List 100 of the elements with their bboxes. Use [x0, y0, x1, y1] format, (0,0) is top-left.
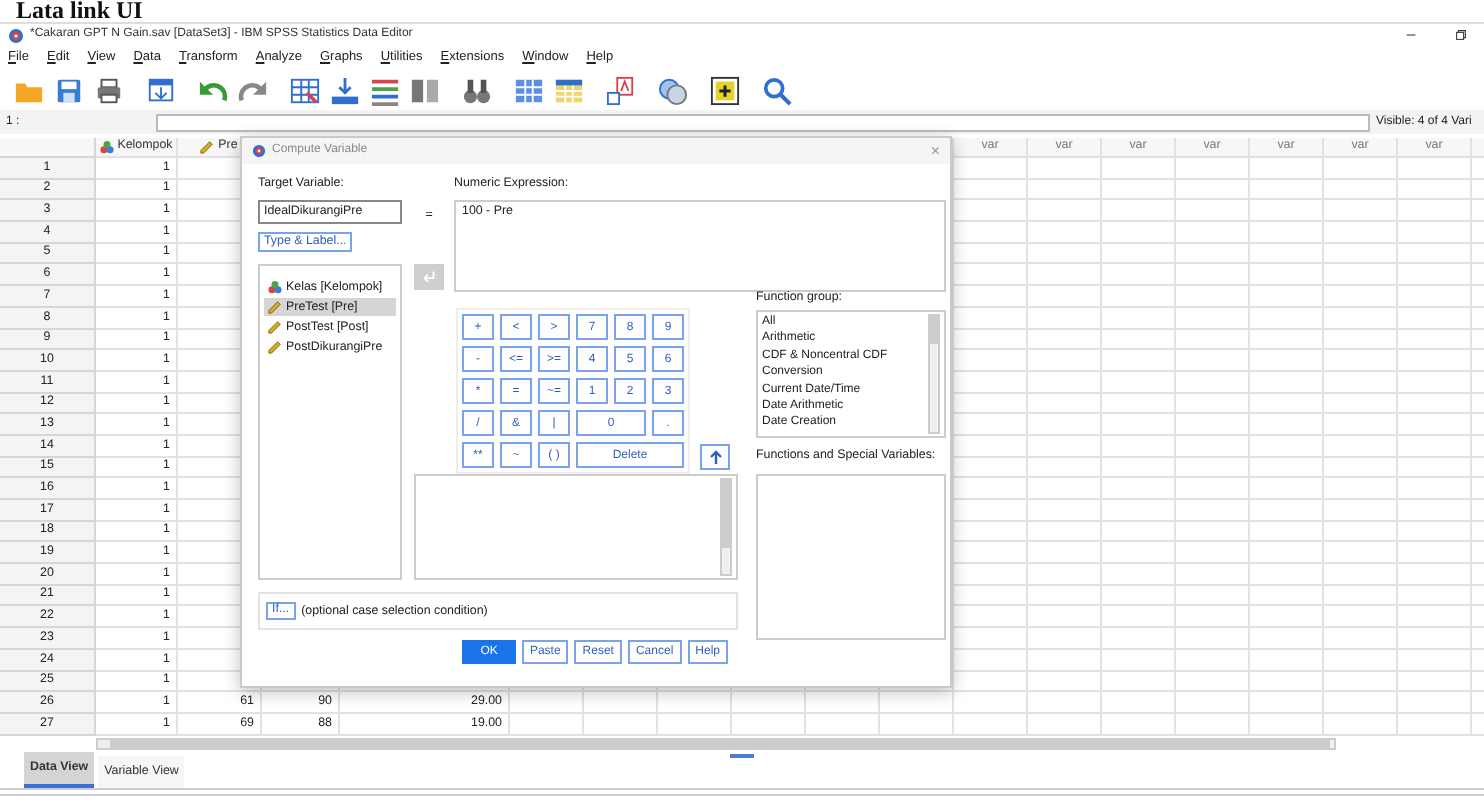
empty-cell [954, 158, 1028, 180]
printer-icon[interactable] [94, 75, 124, 105]
empty-cell [1324, 585, 1398, 607]
empty-cell [1102, 414, 1176, 436]
empty-cell [1102, 585, 1176, 607]
empty-cell [1176, 158, 1250, 180]
search-icon[interactable] [762, 75, 792, 105]
empty-cell [1176, 649, 1250, 671]
empty-cell [732, 713, 806, 736]
empty-cell [1176, 350, 1250, 372]
empty-cell [1250, 585, 1324, 607]
empty-cell [1102, 606, 1176, 629]
empty-cell [1250, 692, 1324, 714]
empty-cell [1028, 435, 1102, 458]
empty-cell [1176, 371, 1250, 394]
up-arrow-icon [707, 449, 723, 465]
empty-cell [1324, 179, 1398, 201]
column-arrow-icon[interactable] [330, 75, 360, 105]
empty-cell [1176, 542, 1250, 565]
empty-cell [954, 649, 1028, 671]
empty-cell [1102, 307, 1176, 329]
color-bars-icon[interactable] [370, 75, 400, 105]
split-handle[interactable] [730, 753, 754, 758]
empty-cell [1250, 329, 1324, 351]
empty-cell [584, 713, 658, 736]
empty-cell [1176, 393, 1250, 415]
empty-cell [1250, 179, 1324, 201]
empty-cell [1028, 542, 1102, 565]
table-icon[interactable] [514, 75, 544, 105]
empty-cell [1028, 414, 1102, 436]
binoculars-icon[interactable] [462, 75, 492, 105]
table-icon[interactable] [554, 75, 584, 105]
vertical-scrollbar[interactable] [720, 478, 732, 576]
empty-cell [1102, 200, 1176, 223]
empty-cell [1028, 200, 1102, 223]
empty-cell [1176, 628, 1250, 650]
empty-cell [1028, 628, 1102, 650]
circles-icon[interactable] [658, 75, 688, 105]
empty-cell [1324, 671, 1398, 693]
save-icon[interactable] [54, 75, 84, 105]
empty-cell [1102, 457, 1176, 479]
horizontal-scrollbar[interactable] [96, 737, 1336, 750]
empty-cell [1028, 521, 1102, 543]
empty-cell [1102, 393, 1176, 415]
empty-cell [1176, 585, 1250, 607]
empty-cell [1176, 222, 1250, 244]
empty-cell [1028, 243, 1102, 265]
move-up-button[interactable] [700, 444, 730, 470]
empty-cell [1102, 329, 1176, 351]
empty-cell [1250, 414, 1324, 436]
empty-cell [1324, 478, 1398, 500]
empty-cell [954, 500, 1028, 522]
empty-cell [954, 371, 1028, 394]
empty-cell [1324, 222, 1398, 244]
empty-cell [1324, 500, 1398, 522]
empty-cell [1176, 200, 1250, 223]
empty-cell [1250, 286, 1324, 308]
app-icon [252, 144, 266, 158]
empty-cell [954, 585, 1028, 607]
empty-cell [1102, 692, 1176, 714]
ruler-icon [200, 140, 215, 154]
empty-cell [1102, 350, 1176, 372]
empty-cell [1250, 521, 1324, 543]
empty-cell [1028, 649, 1102, 671]
minimize-icon[interactable] [1404, 28, 1418, 42]
empty-cell [1028, 158, 1102, 180]
empty-cell [954, 179, 1028, 201]
vertical-scrollbar[interactable] [928, 314, 940, 434]
chart-letter-icon[interactable] [606, 75, 636, 105]
empty-cell [1250, 564, 1324, 586]
plus-square-icon[interactable] [710, 75, 740, 105]
empty-cell [1028, 264, 1102, 287]
empty-cell [658, 692, 732, 714]
empty-cell [1250, 500, 1324, 522]
empty-cell [1028, 307, 1102, 329]
empty-cell [1324, 243, 1398, 265]
empty-cell [954, 307, 1028, 329]
empty-cell [1028, 329, 1102, 351]
cell-value-field[interactable] [156, 113, 1370, 131]
empty-cell [1324, 457, 1398, 479]
empty-cell [1102, 435, 1176, 458]
columns-icon[interactable] [410, 75, 440, 105]
empty-cell [954, 393, 1028, 415]
empty-cell [954, 243, 1028, 265]
empty-cell [954, 329, 1028, 351]
empty-cell [1028, 478, 1102, 500]
page-heading: Lata link UI [14, 0, 145, 22]
empty-cell [1028, 179, 1102, 201]
empty-cell [1176, 179, 1250, 201]
corner-cell[interactable] [0, 138, 96, 158]
empty-cell [1250, 606, 1324, 629]
table-arrow-icon[interactable] [290, 75, 320, 105]
empty-cell [732, 692, 806, 714]
empty-cell [510, 713, 584, 736]
empty-cell [1176, 478, 1250, 500]
empty-cell [1028, 692, 1102, 714]
empty-cell [1176, 500, 1250, 522]
restore-icon[interactable] [1454, 28, 1468, 42]
empty-cell [954, 628, 1028, 650]
empty-cell [806, 692, 880, 714]
